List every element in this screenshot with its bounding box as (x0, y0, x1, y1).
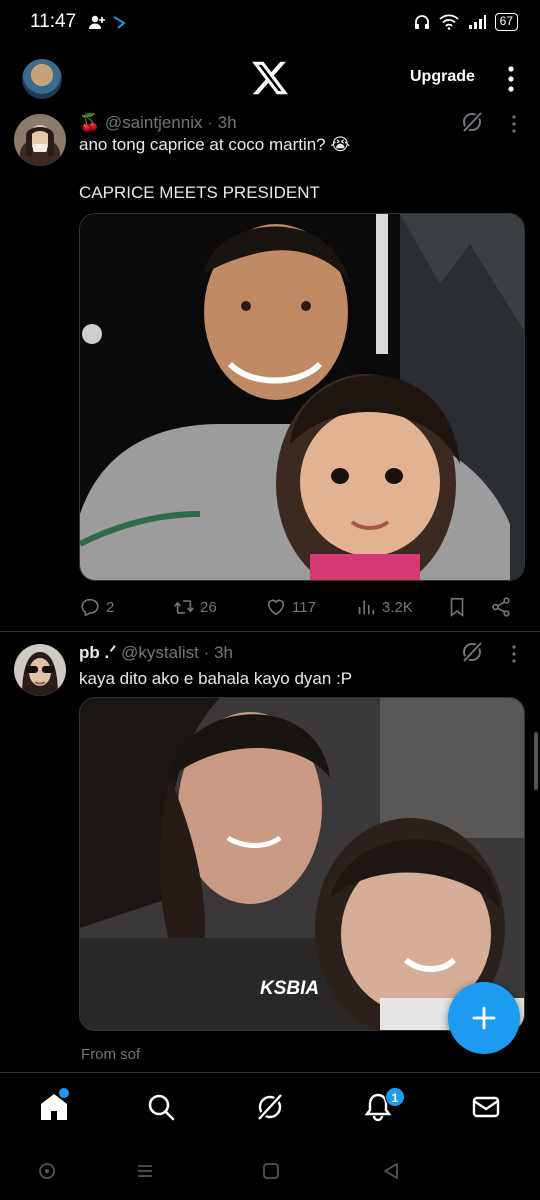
home-new-dot (59, 1088, 69, 1098)
retweet-count: 26 (200, 598, 217, 616)
assistant-circle-icon[interactable] (38, 1162, 56, 1180)
status-time: 11:47 (30, 11, 77, 32)
tweet-time: · 3h (203, 643, 233, 662)
home-square-icon[interactable] (262, 1162, 280, 1180)
display-name[interactable]: pb .ᐟ (79, 643, 116, 662)
tweet-more-icon[interactable] (511, 114, 517, 134)
download-status-icon (113, 16, 126, 29)
reply-count: 2 (106, 598, 115, 616)
search-icon[interactable] (145, 1091, 177, 1123)
share-icon[interactable] (490, 596, 512, 618)
user-handle[interactable]: @saintjennix (105, 113, 203, 132)
tweet-actions: 2 26 117 3.2K (79, 594, 519, 620)
tweet-photo[interactable]: KSBIA (79, 697, 525, 1031)
status-bar: 11:47 67 (0, 0, 540, 44)
tweet-time: · 3h (207, 113, 237, 132)
compose-post-button[interactable] (448, 982, 520, 1054)
tweet-text-line2: CAPRICE MEETS PRESIDENT (79, 183, 320, 202)
media-caption: KSBIA (260, 978, 320, 999)
name-emoji: 🍒 (79, 113, 101, 132)
tweet-more-icon[interactable] (511, 644, 517, 664)
tweet-1[interactable]: 🍒 @saintjennix · 3h ano tong caprice at … (0, 110, 540, 632)
tweet-header: pb .ᐟ @kystalist · 3h (79, 643, 233, 663)
profile-avatar[interactable] (22, 59, 62, 99)
like-button[interactable]: 117 (265, 596, 316, 618)
tweet-text: kaya dito ako e bahala kayo dyan :P (79, 669, 353, 688)
messages-mail-icon[interactable] (470, 1091, 502, 1123)
bottom-navigation: 1 (0, 1072, 540, 1148)
battery-indicator: 67 (494, 13, 518, 31)
recent-apps-icon[interactable] (136, 1162, 154, 1180)
retweet-button[interactable]: 26 (173, 596, 217, 618)
signal-icon (468, 15, 486, 29)
views-chart-icon (358, 600, 375, 615)
top-bar: Upgrade (0, 50, 540, 106)
retweet-icon (174, 600, 194, 614)
more-options-icon[interactable] (502, 64, 520, 94)
user-add-status-icon (89, 15, 106, 29)
notifications-badge: 1 (385, 1087, 405, 1107)
community-note-source[interactable]: From sof (81, 1046, 140, 1063)
tweet-divider (0, 631, 540, 632)
user-handle[interactable]: @kystalist (121, 643, 199, 662)
grok-nav-icon[interactable] (254, 1091, 286, 1123)
tweet-text: ano tong caprice at coco martin? 😭 (79, 135, 351, 154)
like-count: 117 (292, 598, 316, 616)
tweet-header: 🍒 @saintjennix · 3h (79, 113, 237, 133)
x-logo-icon[interactable] (250, 58, 290, 98)
wifi-icon (439, 14, 459, 30)
reply-icon (81, 598, 99, 617)
avatar[interactable] (14, 644, 66, 696)
avatar[interactable] (14, 114, 66, 166)
grok-icon[interactable] (460, 640, 484, 664)
scrollbar-thumb[interactable] (534, 732, 538, 790)
system-navigation-bar (0, 1148, 540, 1200)
bookmark-icon[interactable] (446, 596, 468, 618)
views-button[interactable]: 3.2K (355, 596, 413, 618)
headphones-icon (414, 15, 429, 29)
reply-button[interactable]: 2 (79, 596, 114, 618)
grok-icon[interactable] (460, 110, 484, 134)
tweet-photo[interactable] (79, 213, 525, 581)
heart-icon (267, 599, 285, 616)
back-triangle-icon[interactable] (382, 1162, 400, 1180)
upgrade-button[interactable]: Upgrade (410, 68, 475, 86)
view-count: 3.2K (382, 598, 413, 616)
plus-icon (472, 1006, 496, 1030)
